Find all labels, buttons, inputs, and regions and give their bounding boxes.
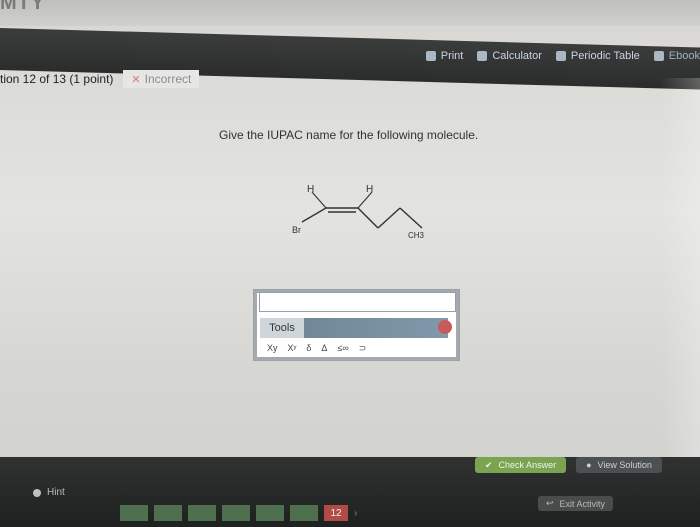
pager-item[interactable]	[188, 505, 216, 521]
ebook-button[interactable]: Ebook	[653, 50, 700, 62]
tool-superscript[interactable]: Xʸ	[288, 343, 297, 354]
question-prompt: Give the IUPAC name for the following mo…	[219, 128, 479, 142]
solution-icon: ●	[586, 460, 592, 470]
hint-icon	[33, 488, 41, 497]
question-pager: 12 ›	[120, 505, 357, 521]
periodic-table-label: Periodic Table	[570, 50, 640, 62]
pager-item[interactable]	[120, 505, 148, 521]
current-page[interactable]: 12	[324, 505, 348, 521]
br-label: Br	[292, 225, 301, 235]
print-button[interactable]: Print	[425, 50, 464, 62]
pager-item[interactable]	[154, 505, 182, 521]
molecule-drawing: H H Br CH3	[292, 184, 425, 240]
question-number: tion 12 of 13 (1 point)	[0, 72, 114, 86]
pager-item[interactable]	[256, 505, 284, 521]
status-badge: ✕ Incorrect	[123, 70, 200, 88]
answer-input[interactable]	[259, 292, 456, 312]
footer-actions: ✔ Check Answer ● View Solution	[475, 457, 662, 473]
hint-label: Hint	[47, 487, 65, 498]
chevron-right-icon[interactable]: ›	[354, 508, 357, 519]
question-header: tion 12 of 13 (1 point) ✕ Incorrect	[0, 70, 200, 88]
h-left-label: H	[307, 184, 314, 195]
ch3-label: CH3	[408, 231, 425, 240]
calculator-icon	[477, 51, 488, 61]
exit-icon: ↩	[546, 498, 554, 508]
periodic-table-button[interactable]: Periodic Table	[555, 50, 640, 62]
table-icon	[555, 51, 566, 61]
tool-subscript[interactable]: Xy	[267, 343, 278, 354]
pager-item[interactable]	[290, 505, 318, 521]
calculator-label: Calculator	[492, 50, 542, 62]
tool-Delta[interactable]: Δ	[321, 343, 327, 354]
book-icon	[653, 51, 664, 61]
close-icon: ✕	[131, 73, 141, 86]
screen-glare	[660, 78, 700, 478]
molecule-structure: H H Br CH3	[280, 180, 440, 250]
check-answer-label: Check Answer	[498, 460, 557, 470]
printer-icon	[425, 51, 436, 61]
toolbar-items: Print Calculator Periodic Table Ebook	[425, 50, 700, 62]
check-icon: ✔	[485, 459, 493, 470]
ebook-label: Ebook	[668, 50, 700, 62]
view-solution-button[interactable]: ● View Solution	[576, 457, 662, 473]
tool-delta[interactable]: δ	[306, 343, 311, 354]
close-icon[interactable]	[438, 320, 452, 334]
exit-activity-label: Exit Activity	[559, 498, 606, 509]
tool-leq-inf[interactable]: ≤∞	[337, 343, 348, 354]
tool-supset[interactable]: ⊃	[359, 343, 367, 354]
exit-activity-button[interactable]: ↩ Exit Activity	[538, 496, 614, 511]
calculator-button[interactable]: Calculator	[477, 50, 542, 62]
hint-button[interactable]: Hint	[33, 487, 65, 498]
top-header: MTY	[0, 0, 700, 26]
pager-item[interactable]	[222, 505, 250, 521]
tools-row: Xy Xʸ δ Δ ≤∞ ⊃	[267, 343, 366, 354]
print-label: Print	[440, 50, 464, 62]
tools-label: Tools	[260, 318, 304, 338]
view-solution-label: View Solution	[597, 460, 652, 470]
status-label: Incorrect	[144, 72, 192, 86]
brand-logo: MTY	[0, 0, 46, 14]
h-right-label: H	[366, 184, 373, 195]
check-answer-button[interactable]: ✔ Check Answer	[475, 457, 567, 473]
